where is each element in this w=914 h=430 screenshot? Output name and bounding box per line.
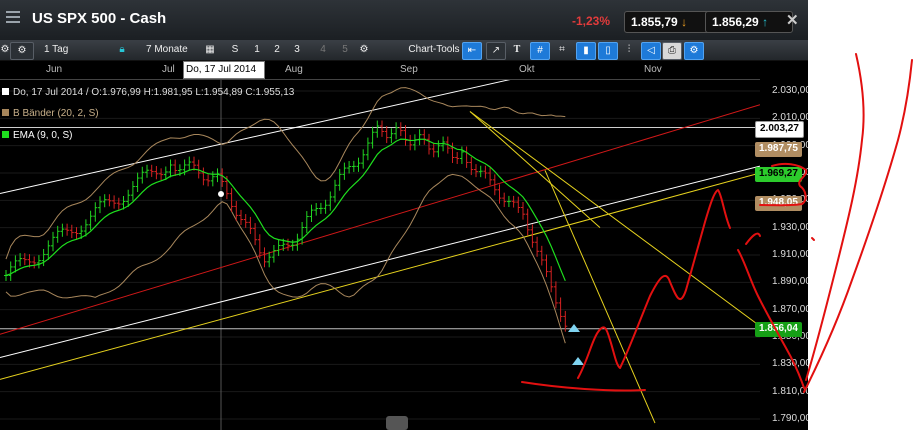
drawn-dot [811, 237, 815, 241]
drawn-curve-right [759, 162, 808, 207]
hand-drawn-annotations [521, 53, 913, 393]
drawn-descent-line [737, 249, 805, 389]
drawn-inner-right-line [805, 53, 865, 381]
drawn-tick [745, 232, 761, 245]
drawn-projection-path [577, 189, 731, 379]
drawn-long-right-line [803, 59, 913, 393]
drawn-support-line [521, 381, 646, 392]
